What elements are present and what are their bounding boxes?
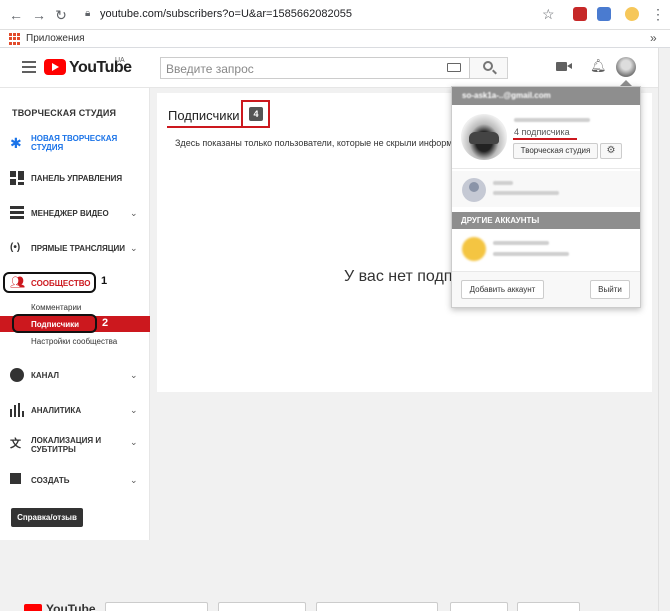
- bookmark-star-icon[interactable]: ☆: [542, 6, 555, 23]
- translate-icon: 文: [10, 438, 21, 450]
- live-icon: (•): [10, 242, 21, 253]
- sidebar-item-label: ПРЯМЫЕ ТРАНСЛЯЦИИ: [31, 244, 126, 253]
- search-placeholder: Введите запрос: [166, 62, 254, 76]
- sidebar-item-live[interactable]: (•) ПРЯМЫЕ ТРАНСЛЯЦИИ ⌄: [0, 238, 150, 260]
- page-title: Подписчики: [168, 108, 240, 123]
- other-account-email-blurred: [493, 252, 569, 256]
- sidebar-item-label: КАНАЛ: [31, 371, 59, 380]
- settings-gear-icon[interactable]: ⚙: [600, 143, 622, 159]
- other-account-avatar[interactable]: [462, 237, 486, 261]
- help-feedback-button[interactable]: Справка/отзыв: [11, 508, 83, 527]
- chevron-down-icon: ⌄: [130, 243, 138, 253]
- sidebar-item-label: СОЗДАТЬ: [31, 476, 70, 485]
- channel-icon: [10, 368, 24, 382]
- apps-bookmark[interactable]: Приложения: [26, 33, 85, 44]
- page-scrollbar[interactable]: [658, 48, 670, 611]
- footer-youtube-wordmark[interactable]: YouTube: [46, 602, 96, 611]
- subscriber-count-text[interactable]: 4 подписчика: [514, 127, 570, 137]
- footer-language-button[interactable]: [105, 602, 208, 611]
- account-email: so-ask1a-..@gmail.com: [462, 91, 551, 100]
- annotation-number-2: 2: [102, 317, 109, 329]
- annotation-box-2: [12, 314, 97, 333]
- create-icon: [10, 473, 21, 484]
- chevron-down-icon: ⌄: [130, 405, 138, 415]
- notifications-bell-icon[interactable]: 🔔︎: [590, 59, 607, 73]
- url-field[interactable]: youtube.com/subscribers?o=U&ar=158566208…: [100, 8, 352, 20]
- upload-video-icon[interactable]: [556, 62, 572, 71]
- sidebar-item-label: АНАЛИТИКА: [31, 406, 82, 415]
- channel-avatar[interactable]: [461, 114, 507, 160]
- sidebar-item-analytics[interactable]: АНАЛИТИКА ⌄: [0, 400, 150, 422]
- sidebar-item-channel[interactable]: КАНАЛ ⌄: [0, 365, 150, 387]
- secondary-account-avatar: [462, 178, 486, 202]
- logout-button[interactable]: Выйти: [590, 280, 630, 299]
- apps-grid-icon[interactable]: [9, 33, 21, 45]
- dashboard-icon: [10, 171, 24, 185]
- annotation-box-1: [3, 272, 96, 293]
- sidebar-item-label: МЕНЕДЖЕР ВИДЕО: [31, 209, 109, 218]
- region-code: UA: [115, 57, 125, 64]
- menu-icon[interactable]: [22, 61, 36, 76]
- extension-shield-icon[interactable]: [573, 7, 587, 21]
- sidebar-item-label: ЛОКАЛИЗАЦИЯ И СУБТИТРЫ: [31, 436, 102, 454]
- creator-studio-button[interactable]: Творческая студия: [513, 143, 598, 159]
- account-name-blurred: [493, 181, 513, 185]
- sidebar-title: ТВОРЧЕСКАЯ СТУДИЯ: [12, 108, 117, 118]
- sidebar-item-localization[interactable]: 文 ЛОКАЛИЗАЦИЯ И СУБТИТРЫ ⌄: [0, 432, 150, 454]
- back-icon[interactable]: ←: [8, 7, 24, 23]
- chevron-down-icon: ⌄: [130, 437, 138, 447]
- sidebar-item-label: НОВАЯ ТВОРЧЕСКАЯ СТУДИЯ: [31, 134, 118, 152]
- extension-gif-icon[interactable]: [597, 7, 611, 21]
- other-accounts-label: ДРУГИЕ АККАУНТЫ: [461, 216, 540, 225]
- popup-divider: [452, 168, 640, 169]
- footer-restricted-mode-button[interactable]: [316, 602, 438, 611]
- chevron-down-icon: ⌄: [130, 370, 138, 380]
- sidebar-item-new-studio[interactable]: ✱ НОВАЯ ТВОРЧЕСКАЯ СТУДИЯ: [0, 130, 150, 152]
- other-account-name-blurred: [493, 241, 549, 245]
- annotation-number-1: 1: [101, 275, 108, 287]
- channel-name-blurred: [514, 118, 590, 122]
- search-icon[interactable]: [483, 61, 493, 71]
- bookmarks-overflow[interactable]: »: [650, 31, 657, 45]
- account-avatar[interactable]: [616, 57, 636, 77]
- footer-country-button[interactable]: [218, 602, 306, 611]
- sidebar-item-dashboard[interactable]: ПАНЕЛЬ УПРАВЛЕНИЯ: [0, 168, 150, 190]
- account-meta-blurred: [493, 191, 559, 195]
- sidebar-item-label: ПАНЕЛЬ УПРАВЛЕНИЯ: [31, 174, 123, 183]
- footer-history-button[interactable]: [450, 602, 508, 611]
- sidebar-item-create[interactable]: СОЗДАТЬ ⌄: [0, 470, 150, 492]
- bookmarks-bar: [0, 30, 670, 48]
- footer-help-button[interactable]: [517, 602, 580, 611]
- youtube-logo-icon[interactable]: [44, 59, 66, 75]
- video-manager-icon: [10, 206, 24, 220]
- lock-icon: 🔒︎: [85, 8, 91, 19]
- sidebar-item-video-manager[interactable]: МЕНЕДЖЕР ВИДЕО ⌄: [0, 203, 150, 225]
- forward-icon[interactable]: →: [31, 7, 47, 23]
- reload-icon[interactable]: ↻: [53, 7, 69, 23]
- browser-menu-icon[interactable]: ⋮: [651, 6, 665, 23]
- chevron-down-icon: ⌄: [130, 208, 138, 218]
- title-underline: [167, 126, 241, 128]
- analytics-icon: [10, 403, 24, 417]
- subscriber-count-underline: [513, 138, 577, 140]
- empty-state-message: У вас нет подписчиков: [344, 268, 451, 285]
- footer-youtube-logo-icon[interactable]: [24, 604, 42, 611]
- sub-item-community-settings[interactable]: Настройки сообщества: [31, 337, 117, 346]
- profile-icon[interactable]: [625, 7, 639, 21]
- subscriber-count-badge: 4: [249, 107, 263, 121]
- subscribers-description: Здесь показаны только пользователи, кото…: [175, 138, 451, 148]
- keyboard-icon[interactable]: [447, 63, 461, 72]
- gear-icon: ✱: [10, 135, 22, 151]
- chevron-down-icon: ⌄: [130, 475, 138, 485]
- add-account-button[interactable]: Добавить аккаунт: [461, 280, 544, 299]
- sub-item-comments[interactable]: Комментарии: [31, 303, 81, 312]
